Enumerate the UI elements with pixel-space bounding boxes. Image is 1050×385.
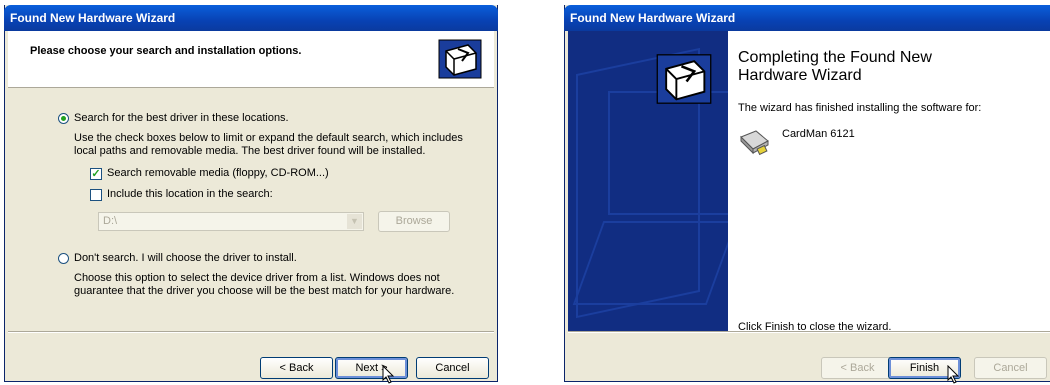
removable-media-checkbox[interactable]: ✓	[90, 168, 102, 180]
back-button[interactable]: < Back	[260, 357, 333, 379]
next-button[interactable]: Next >	[335, 357, 408, 379]
search-radio[interactable]	[58, 113, 69, 124]
cancel-button[interactable]: Cancel	[416, 357, 489, 379]
title-bar[interactable]: Found New Hardware Wizard	[564, 5, 1050, 31]
include-location-label[interactable]: Include this location in the search:	[107, 188, 273, 200]
dont-search-radio[interactable]	[58, 253, 69, 264]
location-combobox[interactable]: D:\ ▼	[98, 212, 364, 231]
completion-pane: Completing the Found New Hardware Wizard…	[728, 31, 1050, 333]
footer-divider	[568, 331, 1050, 333]
chevron-down-icon[interactable]: ▼	[347, 214, 362, 229]
title-bar[interactable]: Found New Hardware Wizard	[4, 5, 498, 31]
wizard-side-panel	[568, 31, 728, 332]
wizard-header: Please choose your search and installati…	[8, 31, 494, 88]
mouse-cursor-icon	[947, 365, 960, 384]
search-option-description: Use the check boxes below to limit or ex…	[74, 132, 463, 157]
dont-search-label[interactable]: Don't search. I will choose the driver t…	[74, 252, 297, 264]
wizard-window-completing: Found New Hardware Wizard Completing the…	[564, 5, 1050, 384]
card-reader-icon	[740, 130, 769, 156]
mouse-cursor-icon	[382, 365, 395, 384]
hardware-wizard-icon	[438, 39, 482, 79]
location-value: D:\	[103, 215, 118, 227]
wizard-window-search-options: Found New Hardware Wizard Please choose …	[4, 5, 498, 384]
search-option-label[interactable]: Search for the best driver in these loca…	[74, 112, 289, 124]
device-name: CardMan 6121	[782, 128, 855, 140]
browse-button[interactable]: Browse	[378, 211, 450, 232]
dont-search-description: Choose this option to select the device …	[74, 272, 455, 297]
removable-media-label[interactable]: Search removable media (floppy, CD-ROM..…	[107, 167, 329, 179]
back-button[interactable]: < Back	[821, 357, 894, 379]
cancel-button[interactable]: Cancel	[974, 357, 1047, 379]
options-body: Search for the best driver in these loca…	[8, 88, 494, 331]
hardware-wizard-icon	[656, 54, 712, 104]
completion-heading: Completing the Found New Hardware Wizard	[738, 49, 932, 84]
footer-divider	[8, 331, 494, 333]
finished-text: The wizard has finished installing the s…	[738, 102, 982, 114]
include-location-checkbox[interactable]	[90, 189, 102, 201]
decorative-shape	[608, 91, 728, 215]
header-title: Please choose your search and installati…	[30, 45, 302, 57]
